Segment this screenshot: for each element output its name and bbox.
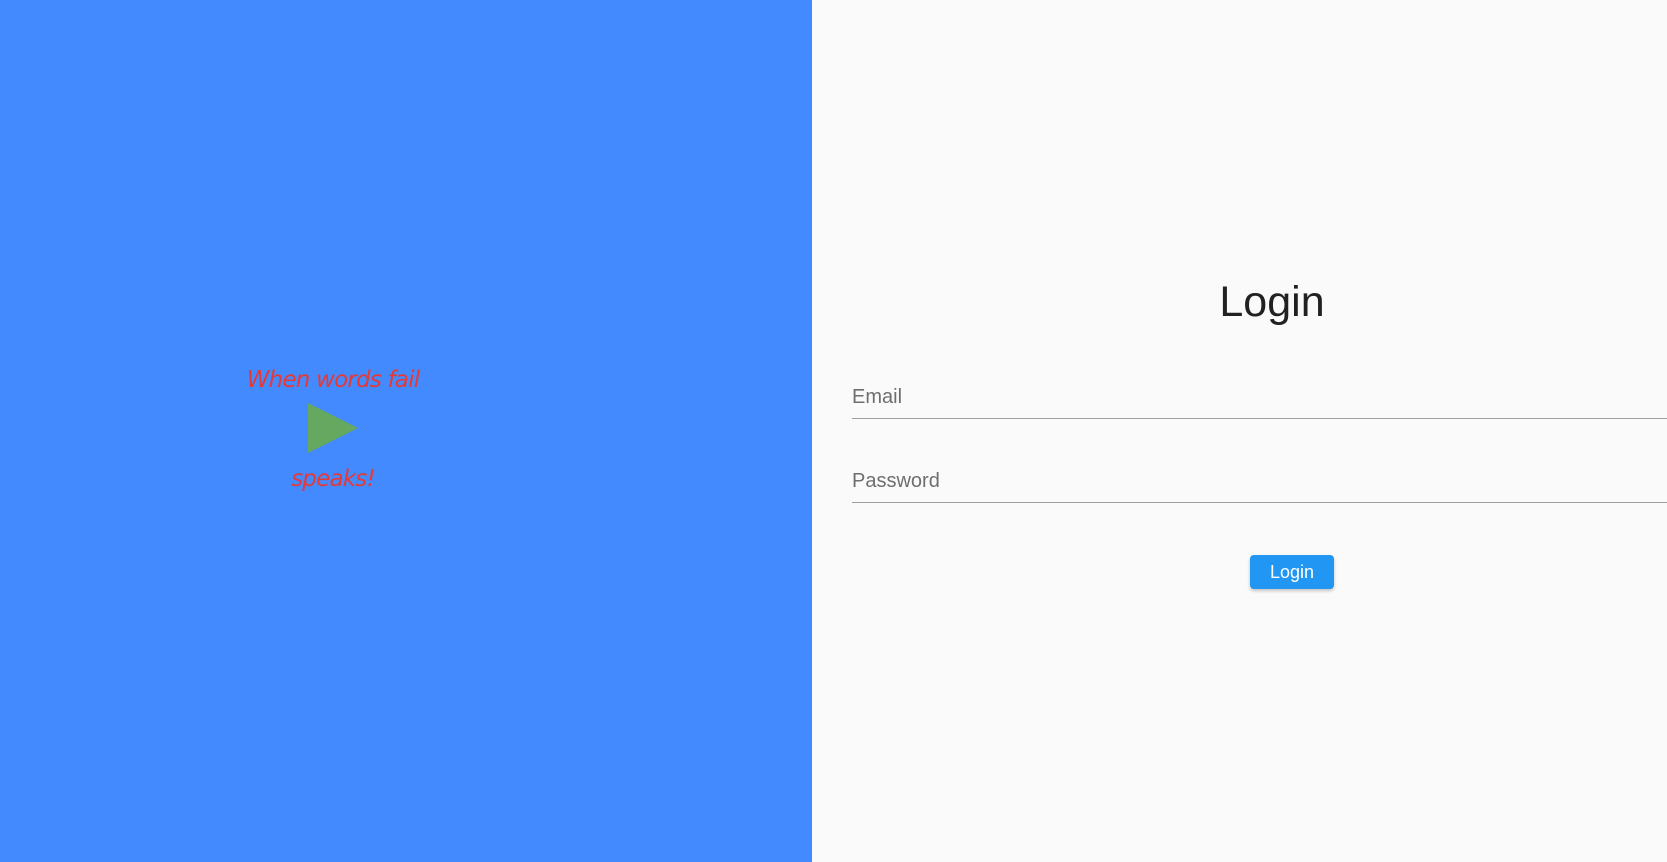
login-panel: Login Login: [812, 0, 1667, 862]
email-field[interactable]: [852, 378, 1667, 416]
tagline: When words fail speaks!: [243, 366, 423, 493]
page-title: Login: [1219, 278, 1325, 326]
login-button[interactable]: Login: [1250, 555, 1334, 589]
password-field[interactable]: [852, 462, 1667, 500]
play-icon: [308, 403, 358, 453]
password-field-container: [852, 462, 1667, 503]
tagline-bottom-text: speaks!: [291, 466, 376, 492]
hero-panel: When words fail speaks!: [0, 0, 812, 862]
email-field-container: [852, 378, 1667, 419]
login-screen: When words fail speaks! Login Login: [0, 0, 1667, 862]
tagline-top-text: When words fail: [246, 367, 420, 393]
